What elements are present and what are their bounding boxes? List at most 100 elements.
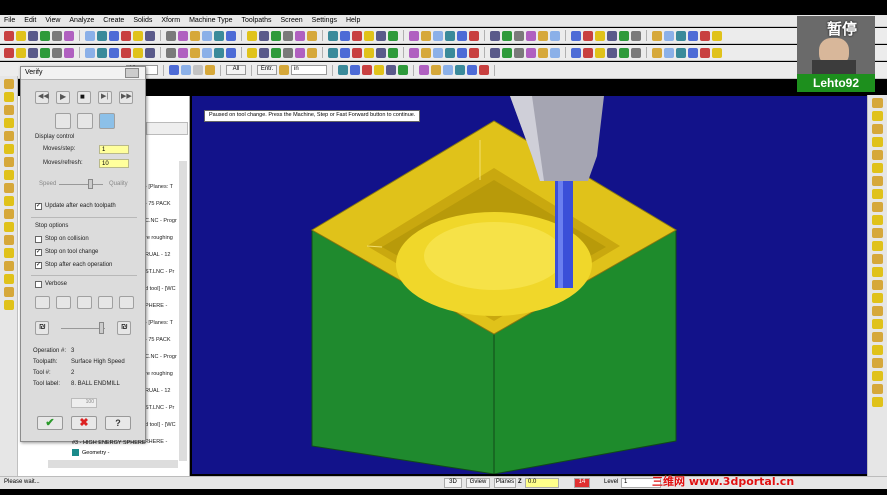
toolbar-icon[interactable] bbox=[340, 30, 350, 41]
toolbar-icon[interactable] bbox=[295, 30, 305, 41]
toolbar-icon[interactable] bbox=[109, 30, 119, 41]
toolbar-icon[interactable] bbox=[607, 30, 617, 41]
toolbar-icon[interactable] bbox=[409, 30, 419, 41]
menu-item[interactable]: Solids bbox=[133, 17, 152, 24]
toolbar-icon[interactable] bbox=[700, 30, 710, 41]
tool-strip-icon[interactable] bbox=[4, 131, 14, 141]
toolbar-icon[interactable] bbox=[457, 30, 467, 41]
color-swatch[interactable]: 14 bbox=[574, 478, 590, 488]
toolbar-icon[interactable] bbox=[338, 64, 348, 75]
tool-strip-icon[interactable] bbox=[872, 228, 883, 238]
toolbar-icon[interactable] bbox=[97, 30, 107, 41]
toolbar-icon[interactable] bbox=[652, 30, 662, 41]
fast-forward-button[interactable]: ▶▶ bbox=[119, 91, 133, 104]
menu-item[interactable]: Settings bbox=[312, 17, 337, 24]
tool-strip-icon[interactable] bbox=[4, 209, 14, 219]
toolbar-icon[interactable] bbox=[664, 30, 674, 41]
ops-tree-line[interactable]: ST.LNC - Pr bbox=[145, 269, 174, 275]
menu-item[interactable]: Screen bbox=[280, 17, 302, 24]
toolbar-icon[interactable] bbox=[502, 47, 512, 58]
rewind-button[interactable]: ◀◀ bbox=[35, 91, 49, 104]
tool-strip-icon[interactable] bbox=[4, 144, 14, 154]
toolbar-icon[interactable] bbox=[202, 47, 212, 58]
toolbar-icon[interactable] bbox=[28, 30, 38, 41]
tool-strip-icon[interactable] bbox=[872, 150, 883, 160]
verify-option-icon[interactable] bbox=[56, 296, 71, 309]
toolbar-icon[interactable] bbox=[652, 47, 662, 58]
toolbar-icon[interactable] bbox=[340, 47, 350, 58]
toolbar-icon[interactable] bbox=[226, 47, 236, 58]
toolbar-icon[interactable] bbox=[307, 30, 317, 41]
toolbar-icon[interactable] bbox=[490, 30, 500, 41]
toolbar-icon[interactable] bbox=[259, 47, 269, 58]
toolbar-icon[interactable] bbox=[166, 47, 176, 58]
cancel-button[interactable]: ✖ bbox=[71, 416, 97, 430]
ops-scrollbar[interactable] bbox=[179, 161, 187, 461]
toolbar-icon[interactable] bbox=[431, 64, 441, 75]
toolbar-icon[interactable] bbox=[469, 30, 479, 41]
toolbar-icon[interactable] bbox=[352, 30, 362, 41]
toolbar-icon[interactable] bbox=[307, 47, 317, 58]
fast-runner-icon[interactable]: ₪ bbox=[117, 321, 131, 335]
tool-strip-icon[interactable] bbox=[872, 306, 883, 316]
toolbar-icon[interactable] bbox=[169, 65, 179, 75]
ok-button[interactable]: ✔ bbox=[37, 416, 63, 430]
ops-tree-line[interactable]: ST.LNC - Pr bbox=[145, 405, 174, 411]
toolbar-icon[interactable] bbox=[388, 30, 398, 41]
toolbar-icon[interactable] bbox=[398, 64, 408, 75]
tool-strip-icon[interactable] bbox=[872, 202, 883, 212]
toolbar-icon[interactable] bbox=[421, 30, 431, 41]
planes-button[interactable]: Planes bbox=[494, 478, 516, 488]
toolbar-icon[interactable] bbox=[178, 47, 188, 58]
toolbar-icon[interactable] bbox=[64, 30, 74, 41]
tool-strip-icon[interactable] bbox=[872, 137, 883, 147]
toolbar-icon[interactable] bbox=[40, 47, 50, 58]
tool-strip-icon[interactable] bbox=[4, 92, 14, 102]
toolbar-icon[interactable] bbox=[443, 64, 453, 75]
toolbar-icon[interactable] bbox=[526, 47, 536, 58]
toolbar-icon[interactable] bbox=[214, 47, 224, 58]
tool-strip-icon[interactable] bbox=[4, 287, 14, 297]
tool-strip-icon[interactable] bbox=[872, 254, 883, 264]
toolbar-icon[interactable] bbox=[4, 30, 14, 41]
tool-strip-icon[interactable] bbox=[872, 345, 883, 355]
toolbar-icon[interactable] bbox=[247, 30, 257, 41]
toolbar-icon[interactable] bbox=[571, 47, 581, 58]
toolbar-icon[interactable] bbox=[121, 30, 131, 41]
stop-tool-change-checkbox[interactable]: ✓ bbox=[35, 249, 42, 256]
menu-item[interactable]: Analyze bbox=[69, 17, 94, 24]
toolbar-icon[interactable] bbox=[85, 47, 95, 58]
toolbar-icon[interactable] bbox=[712, 47, 722, 58]
toolbar-icon[interactable] bbox=[688, 30, 698, 41]
tool-strip-icon[interactable] bbox=[4, 235, 14, 245]
toolbar-icon[interactable] bbox=[178, 30, 188, 41]
tool-strip-icon[interactable] bbox=[4, 170, 14, 180]
ops-hscrollbar[interactable] bbox=[48, 460, 178, 468]
tool-strip-icon[interactable] bbox=[872, 98, 883, 108]
sim-slider-thumb[interactable] bbox=[98, 322, 104, 334]
toolbar-icon[interactable] bbox=[352, 47, 362, 58]
tool-strip-icon[interactable] bbox=[872, 332, 883, 342]
menu-item[interactable]: Create bbox=[103, 17, 124, 24]
toolbar-icon[interactable] bbox=[166, 30, 176, 41]
toolbar-icon[interactable] bbox=[514, 30, 524, 41]
tool-strip-icon[interactable] bbox=[872, 267, 883, 277]
toolbar-icon[interactable] bbox=[64, 47, 74, 58]
toolbar-icon[interactable] bbox=[193, 65, 203, 75]
toolbar-icon[interactable] bbox=[190, 30, 200, 41]
tool-strip-icon[interactable] bbox=[4, 248, 14, 258]
tool-strip-icon[interactable] bbox=[872, 371, 883, 381]
toolbar-icon[interactable] bbox=[4, 47, 14, 58]
ops-geometry-item[interactable]: Geometry - bbox=[72, 449, 110, 456]
verify-option-icon[interactable] bbox=[77, 296, 92, 309]
toolbar-icon[interactable] bbox=[214, 30, 224, 41]
toolbar-icon[interactable] bbox=[350, 64, 360, 75]
toolbar-icon[interactable] bbox=[457, 47, 467, 58]
toolbar-icon[interactable] bbox=[16, 30, 26, 41]
tool-strip-icon[interactable] bbox=[872, 280, 883, 290]
display-mode-button[interactable] bbox=[55, 113, 71, 129]
toolbar-icon[interactable] bbox=[433, 30, 443, 41]
toolbar-icon[interactable] bbox=[259, 30, 269, 41]
toolbar-icon[interactable] bbox=[409, 47, 419, 58]
ops-tree-line[interactable]: d tool] - [WC bbox=[145, 286, 176, 292]
